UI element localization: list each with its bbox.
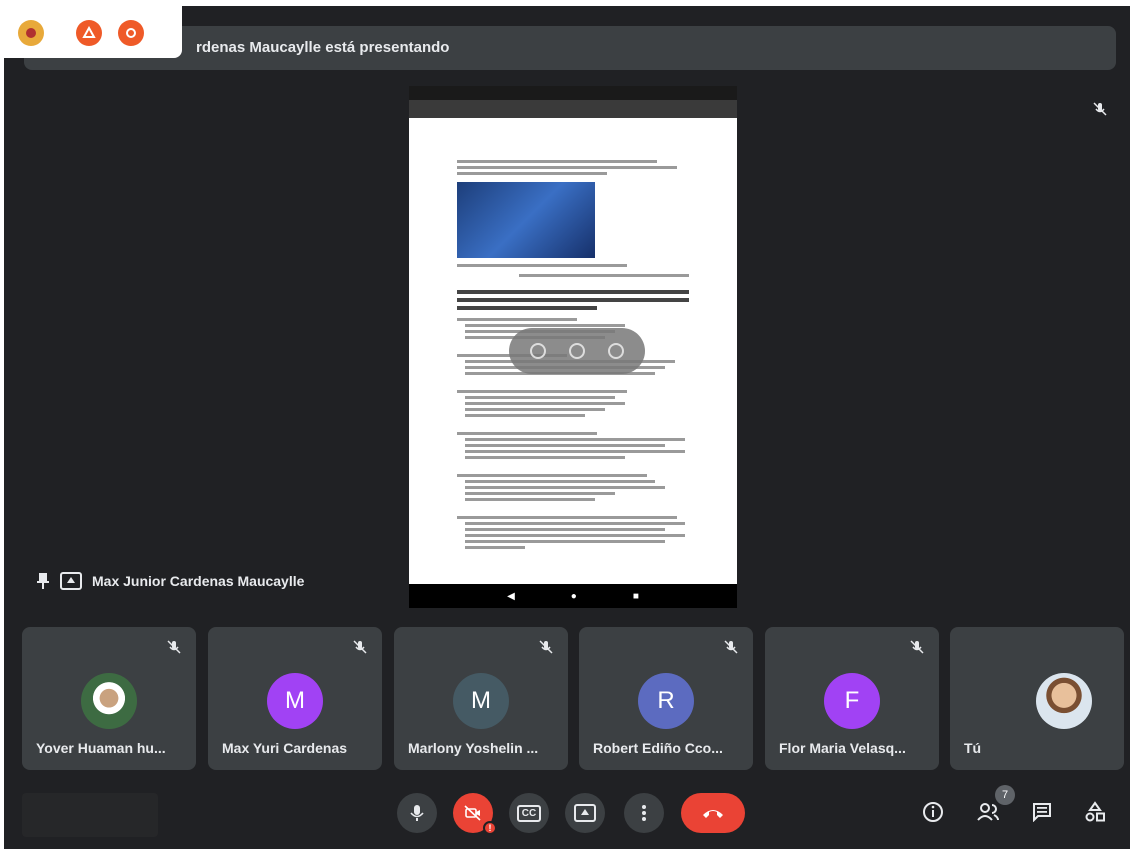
pin-overlay-icon[interactable] bbox=[530, 343, 547, 359]
meeting-details-button[interactable] bbox=[920, 799, 946, 825]
extension-icon-3[interactable] bbox=[118, 20, 144, 46]
microphone-icon bbox=[410, 805, 424, 821]
phone-nav-bar: ◀ ● ■ bbox=[409, 584, 737, 608]
captions-icon: CC bbox=[516, 804, 542, 822]
meet-window: rdenas Maucaylle está presentando ◀ ● ■ … bbox=[4, 6, 1130, 849]
participant-name: Tú bbox=[964, 740, 982, 756]
mic-off-icon bbox=[910, 640, 924, 654]
extension-toolbar bbox=[4, 6, 182, 58]
present-now-button[interactable] bbox=[565, 793, 605, 833]
participant-name: Max Yuri Cardenas bbox=[222, 740, 348, 756]
participant-avatar: F bbox=[824, 673, 880, 729]
meeting-details-blurred bbox=[22, 793, 158, 837]
present-screen-icon bbox=[574, 804, 596, 822]
presentation-banner-text: rdenas Maucaylle está presentando bbox=[196, 39, 450, 56]
screen-share-overlay-controls[interactable] bbox=[509, 328, 645, 374]
participant-photo bbox=[81, 673, 137, 729]
people-icon bbox=[977, 803, 999, 821]
participant-tile-self[interactable]: Tú bbox=[950, 627, 1124, 770]
mic-off-icon bbox=[539, 640, 553, 654]
participant-tile[interactable]: Yover Huaman hu... bbox=[22, 627, 196, 770]
participant-avatar: M bbox=[267, 673, 323, 729]
participant-avatar: M bbox=[453, 673, 509, 729]
extension-icon-1[interactable] bbox=[18, 20, 44, 46]
presentation-banner: rdenas Maucaylle está presentando bbox=[24, 26, 1116, 70]
pin-icon[interactable] bbox=[36, 572, 50, 590]
extension-icon-2[interactable] bbox=[76, 20, 102, 46]
presenter-name: Max Junior Cardenas Maucaylle bbox=[92, 573, 305, 589]
participant-tile[interactable]: R Robert Ediño Cco... bbox=[579, 627, 753, 770]
phone-status-bar bbox=[409, 86, 737, 100]
camera-alert-badge: ! bbox=[483, 821, 497, 835]
mic-off-icon bbox=[353, 640, 367, 654]
phone-url-bar bbox=[409, 100, 737, 118]
participant-tile[interactable]: M Max Yuri Cardenas bbox=[208, 627, 382, 770]
participants-button[interactable]: 7 bbox=[975, 785, 1015, 825]
document-image bbox=[457, 182, 595, 258]
mic-off-icon bbox=[167, 640, 181, 654]
hangup-icon bbox=[703, 810, 723, 818]
more-options-button[interactable] bbox=[624, 793, 664, 833]
leave-call-button[interactable] bbox=[681, 793, 745, 833]
captions-button[interactable]: CC bbox=[509, 793, 549, 833]
participant-tile[interactable]: M Marlony Yoshelin ... bbox=[394, 627, 568, 770]
participant-name: Marlony Yoshelin ... bbox=[408, 740, 539, 756]
camera-off-icon bbox=[464, 805, 481, 821]
camera-button[interactable]: ! bbox=[453, 793, 497, 835]
presenter-label: Max Junior Cardenas Maucaylle bbox=[36, 572, 304, 590]
back-icon: ◀ bbox=[507, 590, 515, 602]
microphone-button[interactable] bbox=[397, 793, 437, 833]
mic-off-icon bbox=[1093, 102, 1107, 116]
presenting-icon bbox=[60, 572, 82, 590]
chat-icon bbox=[1033, 803, 1051, 822]
participant-avatar: R bbox=[638, 673, 694, 729]
participant-name: Flor Maria Velasq... bbox=[779, 740, 906, 756]
participant-name: Robert Ediño Cco... bbox=[593, 740, 723, 756]
activities-button[interactable] bbox=[1082, 799, 1108, 825]
remove-overlay-icon[interactable] bbox=[607, 343, 624, 359]
participants-count-badge: 7 bbox=[995, 785, 1015, 805]
info-icon bbox=[923, 802, 943, 822]
more-vert-icon bbox=[642, 805, 646, 821]
participant-photo bbox=[1036, 673, 1092, 729]
activities-icon bbox=[1085, 801, 1105, 822]
home-icon: ● bbox=[570, 590, 577, 602]
mute-overlay-icon[interactable] bbox=[568, 343, 585, 359]
participant-tile[interactable]: F Flor Maria Velasq... bbox=[765, 627, 939, 770]
control-bar: ! CC 7 bbox=[4, 785, 1130, 849]
recents-icon: ■ bbox=[632, 590, 639, 602]
chat-button[interactable] bbox=[1029, 799, 1055, 825]
mic-off-icon bbox=[724, 640, 738, 654]
participant-name: Yover Huaman hu... bbox=[36, 740, 166, 756]
